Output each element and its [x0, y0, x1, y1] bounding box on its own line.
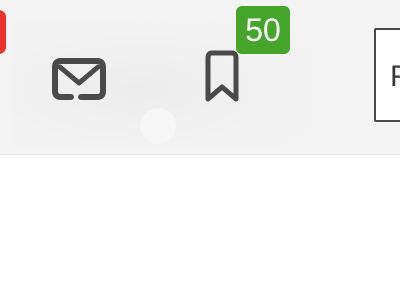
mail-icon [52, 58, 106, 100]
app-window: 50 F [0, 0, 400, 300]
search-input-text: F [390, 60, 400, 94]
top-toolbar: 50 F [0, 0, 400, 155]
bookmark-icon [205, 50, 239, 102]
notification-badge[interactable] [0, 10, 6, 54]
page-content [0, 156, 400, 300]
bookmarks-count-badge: 50 [236, 6, 290, 54]
search-input[interactable]: F [374, 28, 400, 122]
bookmarks-button[interactable] [196, 46, 248, 108]
mail-button[interactable] [46, 50, 112, 106]
